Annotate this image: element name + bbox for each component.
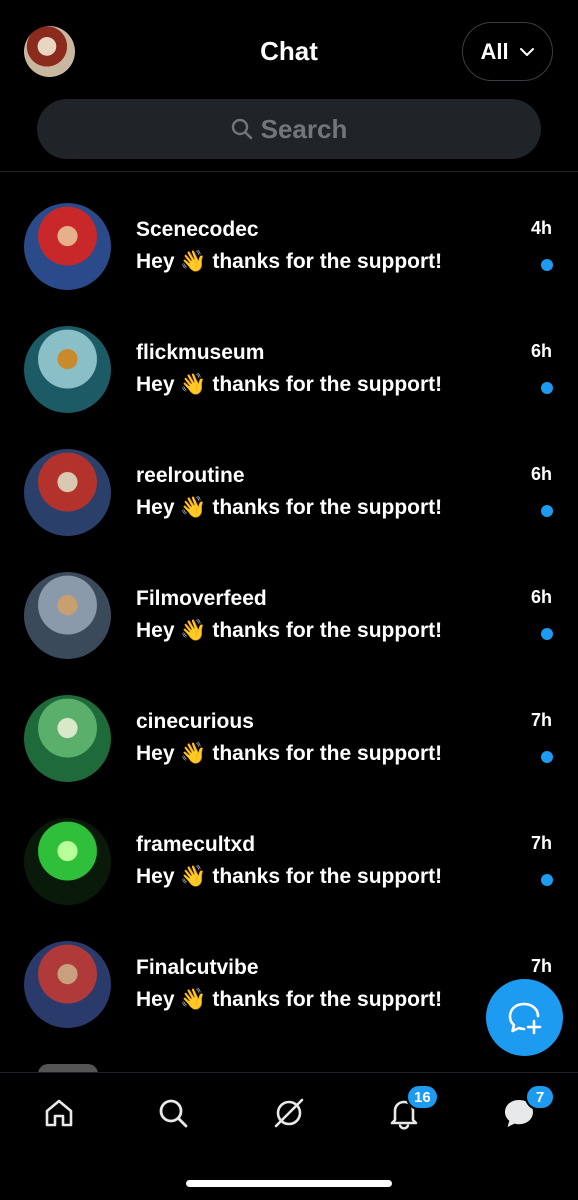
chat-header: Chat All Search <box>0 0 578 172</box>
conversation-time: 7h <box>530 833 552 853</box>
tab-notifications[interactable]: 16 <box>382 1084 439 1135</box>
avatar[interactable] <box>24 695 111 782</box>
conversation-name: cinecurious <box>136 710 254 733</box>
conversation-name: Scenecodec <box>136 218 259 241</box>
list-item[interactable]: framecultxd Hey 👋 thanks for the support!… <box>0 788 578 911</box>
search-icon <box>231 118 252 140</box>
conversation-preview: Hey 👋 thanks for the support! <box>136 619 443 642</box>
tab-grok[interactable] <box>267 1091 311 1135</box>
new-chat-icon <box>508 1002 541 1034</box>
list-item[interactable]: cinecurious Hey 👋 thanks for the support!… <box>0 665 578 788</box>
unread-dot <box>541 382 553 394</box>
conversation-name: flickmuseum <box>136 341 265 364</box>
tab-messages[interactable]: 7 <box>497 1084 555 1135</box>
conversation-name: Filmoverfeed <box>136 587 267 610</box>
list-item[interactable]: Filmoverfeed Hey 👋 thanks for the support… <box>0 542 578 665</box>
avatar[interactable] <box>24 818 111 905</box>
conversation-preview: Hey 👋 thanks for the support! <box>136 250 443 273</box>
unread-dot <box>541 628 553 640</box>
conversation-list: Scenecodec Hey 👋 thanks for the support! 4… <box>0 173 578 1034</box>
filter-label: All <box>480 38 509 64</box>
conversation-preview: Hey 👋 thanks for the support! <box>136 742 443 765</box>
messages-badge: 7 <box>525 1084 555 1110</box>
conversation-name: reelroutine <box>136 464 245 487</box>
tab-search[interactable] <box>151 1091 195 1135</box>
conversation-name: Finalcutvibe <box>136 956 259 979</box>
avatar[interactable] <box>24 449 111 536</box>
notifications-badge: 16 <box>406 1084 439 1110</box>
avatar[interactable] <box>24 203 111 290</box>
filter-dropdown[interactable]: All <box>462 22 553 81</box>
conversation-preview: Hey 👋 thanks for the support! <box>136 865 443 888</box>
tab-home[interactable] <box>37 1091 81 1135</box>
list-item[interactable]: reelroutine Hey 👋 thanks for the support!… <box>0 419 578 542</box>
conversation-preview: Hey 👋 thanks for the support! <box>136 988 443 1011</box>
new-chat-button[interactable] <box>486 979 563 1056</box>
search-input[interactable]: Search <box>37 99 541 159</box>
home-indicator <box>186 1180 392 1187</box>
unread-dot <box>541 751 553 763</box>
conversation-time: 6h <box>530 341 552 361</box>
unread-dot <box>541 505 553 517</box>
search-placeholder: Search <box>260 113 348 144</box>
conversation-name: framecultxd <box>136 833 256 856</box>
conversation-time: 4h <box>530 218 552 238</box>
conversation-time: 6h <box>530 587 552 607</box>
search-icon <box>159 1099 188 1128</box>
avatar[interactable] <box>24 572 111 659</box>
list-item[interactable]: Scenecodec Hey 👋 thanks for the support! 4… <box>0 173 578 296</box>
conversation-preview: Hey 👋 thanks for the support! <box>136 373 443 396</box>
home-icon <box>45 1099 73 1127</box>
unread-dot <box>541 259 553 271</box>
conversation-time: 7h <box>530 956 552 976</box>
conversation-time: 7h <box>530 710 552 730</box>
grok-icon <box>274 1098 304 1128</box>
avatar[interactable] <box>24 326 111 413</box>
list-item[interactable]: flickmuseum Hey 👋 thanks for the support!… <box>0 296 578 419</box>
conversation-time: 6h <box>530 464 552 484</box>
conversation-preview: Hey 👋 thanks for the support! <box>136 496 443 519</box>
avatar[interactable] <box>24 941 111 1028</box>
chevron-down-icon <box>519 47 534 56</box>
unread-dot <box>541 874 553 886</box>
